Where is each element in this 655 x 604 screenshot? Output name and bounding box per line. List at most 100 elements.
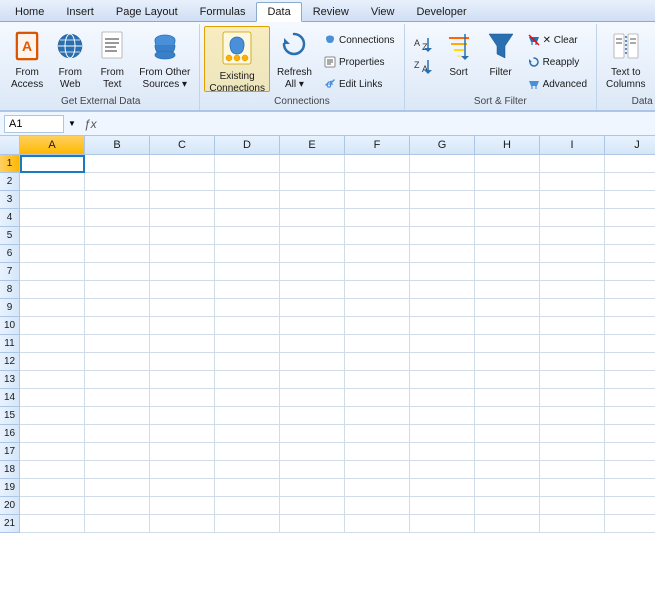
cell-B8[interactable] (85, 281, 150, 299)
cell-C16[interactable] (150, 425, 215, 443)
properties-button[interactable]: Properties (319, 52, 400, 72)
cell-A11[interactable] (20, 335, 85, 353)
cell-F5[interactable] (345, 227, 410, 245)
cell-E16[interactable] (280, 425, 345, 443)
sort-button[interactable]: Sort (439, 26, 479, 92)
cell-E5[interactable] (280, 227, 345, 245)
cell-E12[interactable] (280, 353, 345, 371)
cell-D21[interactable] (215, 515, 280, 533)
from-text-button[interactable]: FromText (92, 26, 132, 92)
cell-J6[interactable] (605, 245, 655, 263)
row-header-7[interactable]: 7 (0, 263, 20, 281)
text-to-columns-button[interactable]: Text toColumns (601, 26, 650, 92)
cell-H9[interactable] (475, 299, 540, 317)
cell-A10[interactable] (20, 317, 85, 335)
name-box[interactable] (4, 115, 64, 133)
cell-J21[interactable] (605, 515, 655, 533)
cell-B9[interactable] (85, 299, 150, 317)
tab-developer[interactable]: Developer (405, 1, 477, 21)
cell-H5[interactable] (475, 227, 540, 245)
row-header-17[interactable]: 17 (0, 443, 20, 461)
from-other-sources-button[interactable]: From OtherSources ▾ (134, 26, 195, 92)
cell-G5[interactable] (410, 227, 475, 245)
cell-B5[interactable] (85, 227, 150, 245)
cell-A20[interactable] (20, 497, 85, 515)
cell-I4[interactable] (540, 209, 605, 227)
row-header-13[interactable]: 13 (0, 371, 20, 389)
cell-F2[interactable] (345, 173, 410, 191)
cell-J7[interactable] (605, 263, 655, 281)
cell-I8[interactable] (540, 281, 605, 299)
cell-J13[interactable] (605, 371, 655, 389)
cell-C8[interactable] (150, 281, 215, 299)
cell-J11[interactable] (605, 335, 655, 353)
cell-I6[interactable] (540, 245, 605, 263)
cell-J20[interactable] (605, 497, 655, 515)
cell-H20[interactable] (475, 497, 540, 515)
dropdown-arrow-namebox[interactable]: ▼ (68, 119, 76, 128)
cell-C15[interactable] (150, 407, 215, 425)
advanced-button[interactable]: Advanced (523, 74, 592, 94)
reapply-button[interactable]: Reapply (523, 52, 592, 72)
from-access-button[interactable]: A FromAccess (6, 26, 48, 92)
row-header-3[interactable]: 3 (0, 191, 20, 209)
cell-E10[interactable] (280, 317, 345, 335)
connections-button[interactable]: Connections (319, 30, 400, 50)
cell-A17[interactable] (20, 443, 85, 461)
row-header-14[interactable]: 14 (0, 389, 20, 407)
tab-insert[interactable]: Insert (55, 1, 105, 21)
cell-F20[interactable] (345, 497, 410, 515)
filter-button[interactable]: Filter (481, 26, 521, 92)
cell-F13[interactable] (345, 371, 410, 389)
cell-E7[interactable] (280, 263, 345, 281)
cell-G12[interactable] (410, 353, 475, 371)
cell-H13[interactable] (475, 371, 540, 389)
cell-B11[interactable] (85, 335, 150, 353)
cell-I18[interactable] (540, 461, 605, 479)
cell-I9[interactable] (540, 299, 605, 317)
cell-J2[interactable] (605, 173, 655, 191)
cell-H15[interactable] (475, 407, 540, 425)
row-header-12[interactable]: 12 (0, 353, 20, 371)
cell-H6[interactable] (475, 245, 540, 263)
cell-D18[interactable] (215, 461, 280, 479)
tab-page-layout[interactable]: Page Layout (105, 1, 189, 21)
cell-I15[interactable] (540, 407, 605, 425)
row-header-2[interactable]: 2 (0, 173, 20, 191)
cell-F14[interactable] (345, 389, 410, 407)
col-header-J[interactable]: J (605, 136, 655, 154)
cell-F3[interactable] (345, 191, 410, 209)
cell-E14[interactable] (280, 389, 345, 407)
row-header-8[interactable]: 8 (0, 281, 20, 299)
clear-button[interactable]: ✕ Clear (523, 30, 592, 50)
row-header-9[interactable]: 9 (0, 299, 20, 317)
cell-J9[interactable] (605, 299, 655, 317)
col-header-E[interactable]: E (280, 136, 345, 154)
cell-J12[interactable] (605, 353, 655, 371)
cell-D6[interactable] (215, 245, 280, 263)
cell-C1[interactable] (150, 155, 215, 173)
cell-I17[interactable] (540, 443, 605, 461)
cell-C10[interactable] (150, 317, 215, 335)
cell-I3[interactable] (540, 191, 605, 209)
cell-C18[interactable] (150, 461, 215, 479)
cell-J15[interactable] (605, 407, 655, 425)
cell-C21[interactable] (150, 515, 215, 533)
tab-home[interactable]: Home (4, 1, 55, 21)
cell-I13[interactable] (540, 371, 605, 389)
cell-B15[interactable] (85, 407, 150, 425)
sort-desc-button[interactable]: Z A (409, 56, 437, 76)
cell-F17[interactable] (345, 443, 410, 461)
cell-G11[interactable] (410, 335, 475, 353)
tab-formulas[interactable]: Formulas (189, 1, 257, 21)
cell-B14[interactable] (85, 389, 150, 407)
row-header-1[interactable]: 1 (0, 155, 20, 173)
cell-B3[interactable] (85, 191, 150, 209)
cell-C7[interactable] (150, 263, 215, 281)
col-header-F[interactable]: F (345, 136, 410, 154)
cell-I16[interactable] (540, 425, 605, 443)
cell-G19[interactable] (410, 479, 475, 497)
row-header-15[interactable]: 15 (0, 407, 20, 425)
cell-E20[interactable] (280, 497, 345, 515)
col-header-I[interactable]: I (540, 136, 605, 154)
